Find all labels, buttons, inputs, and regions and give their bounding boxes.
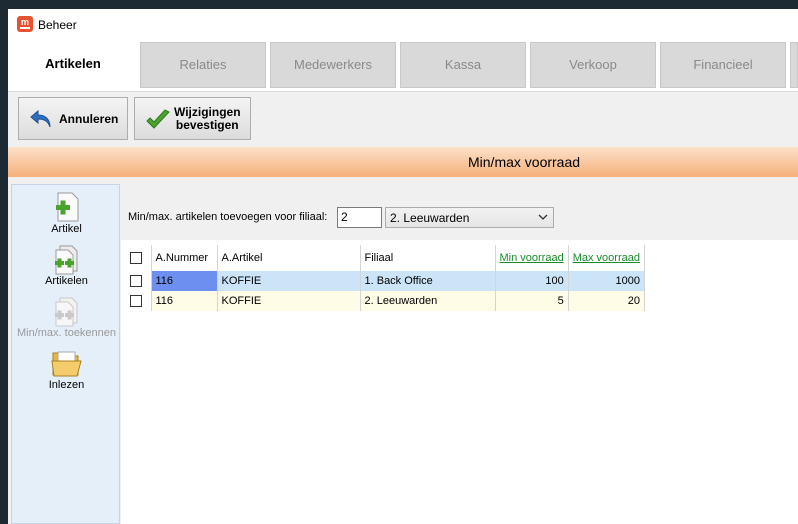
add-documents-icon xyxy=(54,245,77,275)
select-all-checkbox[interactable] xyxy=(129,252,142,265)
title-bar: m Beheer xyxy=(8,9,798,40)
col-header-max-voorraad[interactable]: Max voorraad xyxy=(568,245,645,271)
cell-artikel[interactable]: KOFFIE xyxy=(217,271,361,291)
beheer-window: m Beheer Artikelen Relaties Medewerkers … xyxy=(8,9,798,524)
row-checkbox[interactable] xyxy=(129,275,142,288)
window-title: Beheer xyxy=(38,18,77,32)
app-logo-icon: m xyxy=(17,16,33,32)
sidebar-item-inlezen[interactable]: Inlezen xyxy=(12,349,121,391)
checkmark-icon xyxy=(146,109,170,129)
cell-nummer[interactable]: 116 xyxy=(151,291,218,311)
open-folder-icon xyxy=(50,351,82,377)
filter-label: Min/max. artikelen toevoegen voor filiaa… xyxy=(128,211,328,223)
select-all-checkbox-cell xyxy=(121,245,152,271)
sidebar-item-label: Artikel xyxy=(51,223,82,235)
tab-verkoop[interactable]: Verkoop xyxy=(530,42,656,88)
undo-arrow-icon xyxy=(30,109,51,128)
tab-financieel[interactable]: Financieel xyxy=(660,42,786,88)
section-title: Min/max voorraad xyxy=(468,154,581,170)
toolbar: Annuleren Wijzigingen bevestigen xyxy=(8,91,798,147)
main-content: Min/max. artikelen toevoegen voor filiaa… xyxy=(121,177,798,524)
row-checkbox-cell xyxy=(121,291,152,311)
cell-min-voorraad[interactable]: 5 xyxy=(495,291,569,311)
cell-nummer[interactable]: 116 xyxy=(151,271,218,291)
cell-filiaal[interactable]: 2. Leeuwarden xyxy=(360,291,496,311)
table-row[interactable]: 116 KOFFIE 1. Back Office 100 1000 xyxy=(121,271,645,291)
cancel-button[interactable]: Annuleren xyxy=(18,97,128,140)
minmax-grid: A.Nummer A.Artikel Filiaal Min voorraad … xyxy=(121,245,645,311)
cell-artikel[interactable]: KOFFIE xyxy=(217,291,361,311)
sidebar-item-label: Artikelen xyxy=(45,275,88,287)
cell-max-voorraad[interactable]: 1000 xyxy=(568,271,645,291)
confirm-label-line1: Wijzigingen xyxy=(174,105,241,119)
confirm-changes-button[interactable]: Wijzigingen bevestigen xyxy=(134,97,251,140)
module-tabs: Artikelen Relaties Medewerkers Kassa Ver… xyxy=(8,40,798,91)
sidebar-item-artikelen[interactable]: Artikelen xyxy=(12,245,121,287)
col-header-min-voorraad[interactable]: Min voorraad xyxy=(495,245,569,271)
section-header: Min/max voorraad xyxy=(8,147,798,177)
sidebar-item-artikel[interactable]: Artikel xyxy=(12,191,121,235)
add-document-icon xyxy=(55,192,78,222)
col-header-filiaal[interactable]: Filiaal xyxy=(360,245,496,271)
sidebar-item-minmax-toekennen[interactable]: Min/max. toekennen xyxy=(12,297,121,339)
sidebar-item-label: Inlezen xyxy=(48,379,85,391)
sidebar-item-label: Min/max. toekennen xyxy=(16,327,117,339)
tab-artikelen[interactable]: Artikelen xyxy=(8,42,138,88)
cell-max-voorraad[interactable]: 20 xyxy=(568,291,645,311)
table-row[interactable]: 116 KOFFIE 2. Leeuwarden 5 20 xyxy=(121,291,645,311)
filter-row: Min/max. artikelen toevoegen voor filiaa… xyxy=(121,177,798,240)
tab-kassa[interactable]: Kassa xyxy=(400,42,526,88)
cancel-label: Annuleren xyxy=(59,112,119,126)
tab-relaties[interactable]: Relaties xyxy=(140,42,266,88)
cell-filiaal[interactable]: 1. Back Office xyxy=(360,271,496,291)
row-checkbox[interactable] xyxy=(129,295,142,308)
filial-select-value: 2. Leeuwarden xyxy=(390,211,470,225)
tab-medewerkers[interactable]: Medewerkers xyxy=(270,42,396,88)
action-sidebar: Artikel Artikelen Min/max. toekennen Inl… xyxy=(11,184,120,524)
col-header-nummer[interactable]: A.Nummer xyxy=(151,245,218,271)
row-checkbox-cell xyxy=(121,271,152,291)
col-header-artikel[interactable]: A.Artikel xyxy=(217,245,361,271)
filial-select[interactable]: 2. Leeuwarden xyxy=(385,207,554,228)
confirm-label: Wijzigingen bevestigen xyxy=(174,106,241,132)
cell-min-voorraad[interactable]: 100 xyxy=(495,271,569,291)
assign-documents-icon xyxy=(54,297,77,327)
filial-number-input[interactable]: 2 xyxy=(337,207,382,228)
chevron-down-icon xyxy=(538,214,548,220)
confirm-label-line2: bevestigen xyxy=(175,118,239,132)
tab-overflow[interactable] xyxy=(790,42,798,88)
grid-header-row: A.Nummer A.Artikel Filiaal Min voorraad … xyxy=(121,245,645,271)
